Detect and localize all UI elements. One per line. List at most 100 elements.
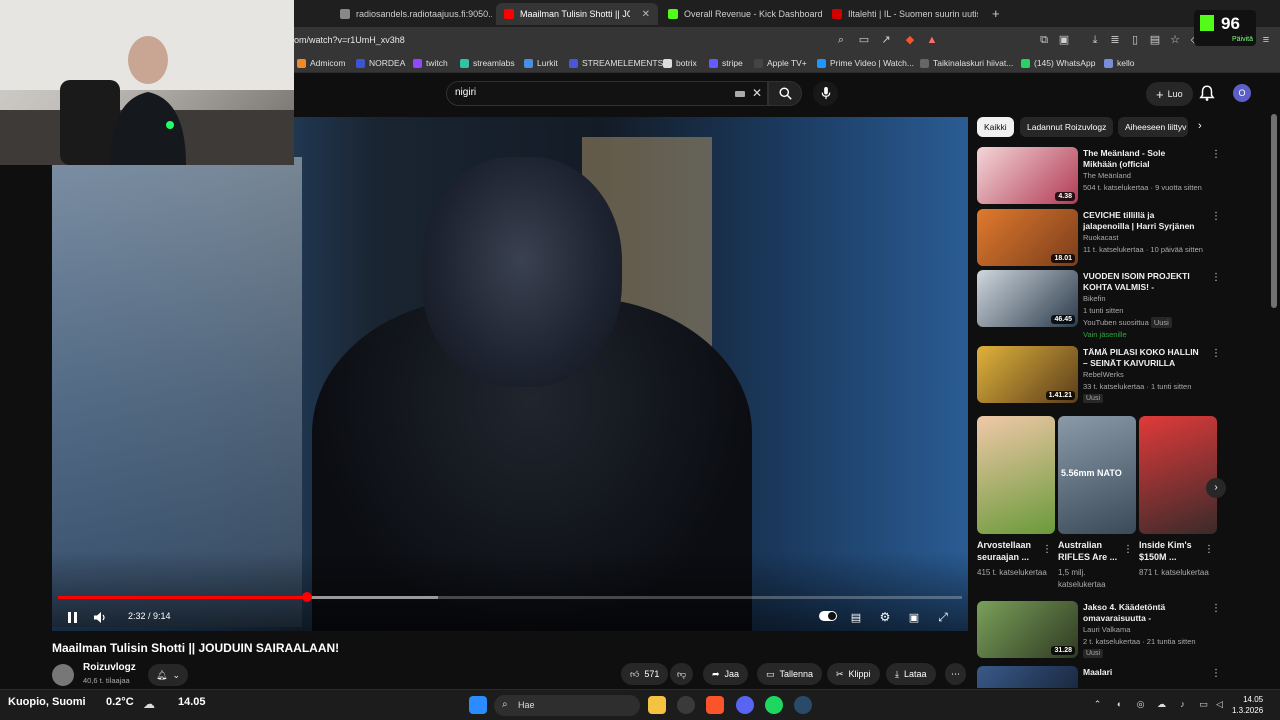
short-more-icon[interactable]: ⋮ (1204, 544, 1214, 555)
download-icon[interactable]: ⤓ (1088, 33, 1102, 47)
settings-button[interactable]: ⚙ (877, 607, 893, 627)
more-vertical-icon[interactable]: ⋮ (1211, 348, 1221, 359)
bookmark-taikinalaskuri[interactable]: Taikinalaskuri hiivat... (920, 55, 1013, 71)
account-avatar[interactable]: O (1233, 84, 1251, 102)
short-title[interactable]: Arvostellaan seuraajan ... (977, 539, 1047, 563)
recommendation-item[interactable]: 18.01 CEVICHE tillillä ja jalapenoilla | … (977, 209, 1221, 267)
more-vertical-icon[interactable]: ⋮ (1211, 603, 1221, 614)
more-actions-button[interactable]: ⋯ (945, 663, 966, 685)
bookmark-star-icon[interactable]: ☆ (1168, 33, 1182, 47)
tray-chevron-icon[interactable]: ⌃ (1092, 699, 1103, 710)
video-player[interactable]: 2:32 / 9:14 ▤ ⚙ ▣ ⤢ (52, 117, 968, 631)
weather-location[interactable]: Kuopio, Suomi (8, 696, 86, 708)
sidebar-icon[interactable]: ▯ (1128, 33, 1142, 47)
share-button[interactable]: ➦ Jaa (703, 663, 749, 685)
video-title[interactable]: Jakso 4. Käädetöntä omavaraisuutta - Mok… (1083, 602, 1201, 624)
bookmark-whatsapp[interactable]: (145) WhatsApp (1021, 55, 1095, 71)
bookmark-kello[interactable]: kello (1104, 55, 1134, 71)
network-icon[interactable]: ▭ (1198, 699, 1209, 710)
bookmark-nordea[interactable]: NORDEA (356, 55, 405, 71)
spotify-icon[interactable] (765, 696, 783, 714)
short-more-icon[interactable]: ⋮ (1042, 544, 1052, 555)
tray-app-icon[interactable]: ☁ (1156, 699, 1167, 710)
miniplayer-button[interactable]: ▣ (906, 607, 922, 627)
recommendation-item[interactable]: MaalariBublo - Topic⋮ (977, 666, 1217, 688)
clip-button[interactable]: ✂ Klippi (827, 663, 880, 685)
taskbar-search[interactable]: Hae (494, 695, 640, 716)
extensions-icon[interactable]: ⧉ (1037, 33, 1051, 47)
speaker-icon[interactable]: ◁ (1214, 699, 1225, 710)
create-button[interactable]: + Luo (1146, 82, 1193, 106)
search-button[interactable] (768, 81, 802, 106)
chips-next-icon[interactable]: › (1198, 120, 1202, 132)
video-thumbnail[interactable] (977, 666, 1078, 688)
video-thumbnail[interactable]: 46.45 (977, 270, 1078, 327)
channel-name[interactable]: RebelWerks (1083, 370, 1124, 379)
tray-app-icon[interactable]: ◎ (1135, 699, 1146, 710)
video-title[interactable]: TÄMÄ PILASI KOKO HALLIN – SEINÄT KAIVURI… (1083, 347, 1201, 369)
short-thumbnail[interactable] (1139, 416, 1217, 534)
new-tab-button[interactable]: + (992, 6, 1000, 21)
share-icon[interactable]: ↗ (879, 33, 893, 47)
video-thumbnail[interactable]: 18.01 (977, 209, 1078, 266)
close-tab-icon[interactable]: ✕ (642, 9, 650, 20)
bookmark-admicom[interactable]: Admicom (297, 55, 345, 71)
volume-button[interactable] (92, 607, 108, 627)
brave-shield-icon[interactable]: ◆ (903, 33, 917, 47)
bookmark-botrix[interactable]: botrix (663, 55, 697, 71)
chip-all[interactable]: Kaikki (977, 117, 1014, 137)
brave-rewards-icon[interactable]: ▲ (925, 33, 939, 47)
dislike-button[interactable]: 👎︎ (670, 663, 694, 685)
more-vertical-icon[interactable]: ⋮ (1211, 272, 1221, 283)
more-vertical-icon[interactable]: ⋮ (1211, 668, 1217, 679)
download-button[interactable]: ⤓ Lataa (886, 663, 936, 685)
subtitles-button[interactable]: ▤ (848, 607, 864, 627)
tab-radio[interactable]: radiosandels.radiotaajuus.fi:9050... (332, 3, 492, 25)
weather-temperature[interactable]: 0.2°C (106, 696, 134, 708)
more-vertical-icon[interactable]: ⋮ (1211, 149, 1221, 160)
steam-icon[interactable] (794, 696, 812, 714)
short-title[interactable]: Australian RIFLES Are ... (1058, 539, 1128, 563)
video-title[interactable]: The Meänland - Sole Mikhään (official mu… (1083, 148, 1201, 170)
keyboard-icon[interactable] (735, 91, 745, 97)
fullscreen-button[interactable]: ⤢ (935, 607, 951, 627)
video-title[interactable]: CEVICHE tillillä ja jalapenoilla | Harri… (1083, 210, 1201, 232)
bookmark-streamlabs[interactable]: streamlabs (460, 55, 515, 71)
recommendation-item[interactable]: 4.38 The Meänland - Sole Mikhään (officia… (977, 147, 1221, 205)
brave-icon[interactable] (706, 696, 724, 714)
bookmark-appletv[interactable]: Apple TV+ (754, 55, 807, 71)
video-thumbnail[interactable]: 31.28 (977, 601, 1078, 658)
like-button[interactable]: 👍︎ 571 (621, 663, 669, 685)
recommendation-item[interactable]: 46.45 VUODEN ISOIN PROJEKTI KOHTA VALMIS!… (977, 270, 1221, 342)
autoplay-toggle[interactable] (819, 611, 837, 621)
shorts-next-button[interactable]: › (1206, 478, 1226, 498)
short-title[interactable]: Inside Kim's $150M ... (1139, 539, 1209, 563)
video-thumbnail[interactable]: 1.41.21 (977, 346, 1078, 403)
tab-iltalehti[interactable]: Iltalehti | IL - Suomen suurin uutispal (824, 3, 986, 25)
subscription-bell-button[interactable]: 🔔︎ ⌄ (148, 664, 188, 686)
video-title[interactable]: Maalari (1083, 667, 1201, 678)
progress-scrubber[interactable] (301, 592, 312, 602)
file-explorer-icon[interactable] (648, 696, 666, 714)
voice-search-button[interactable] (813, 81, 838, 106)
channel-name[interactable]: Roizuvlogz (83, 662, 136, 673)
video-thumbnail[interactable]: 4.38 (977, 147, 1078, 204)
recommendation-item[interactable]: 1.41.21 TÄMÄ PILASI KOKO HALLIN – SEINÄT … (977, 346, 1221, 404)
tab-youtube-video[interactable]: Maailman Tulisin Shotti || JOU ✕ (496, 3, 658, 25)
menu-icon[interactable]: ≡ (1259, 33, 1273, 47)
short-thumbnail[interactable]: 5.56mm NATO (1058, 416, 1136, 534)
screenshot-icon[interactable]: ▣ (1057, 33, 1071, 47)
app-icon[interactable] (677, 696, 695, 714)
microphone-tray-icon[interactable]: ♪ (1177, 699, 1188, 710)
channel-name[interactable]: Lauri Valkama (1083, 625, 1130, 634)
windows-start-icon[interactable] (469, 696, 487, 714)
system-clock[interactable]: 14.05 1.3.2026 (1232, 694, 1263, 716)
progress-bar[interactable] (58, 592, 962, 602)
search-page-icon[interactable]: ⌕ (834, 33, 848, 47)
bookmark-twitch[interactable]: twitch (413, 55, 448, 71)
bookmark-stripe[interactable]: stripe (709, 55, 743, 71)
discord-icon[interactable] (736, 696, 754, 714)
tab-kick-dashboard[interactable]: Overall Revenue - Kick Dashboard (660, 3, 822, 25)
chip-related[interactable]: Aiheeseen liittyv (1118, 117, 1188, 137)
history-icon[interactable]: ≣ (1108, 33, 1122, 47)
